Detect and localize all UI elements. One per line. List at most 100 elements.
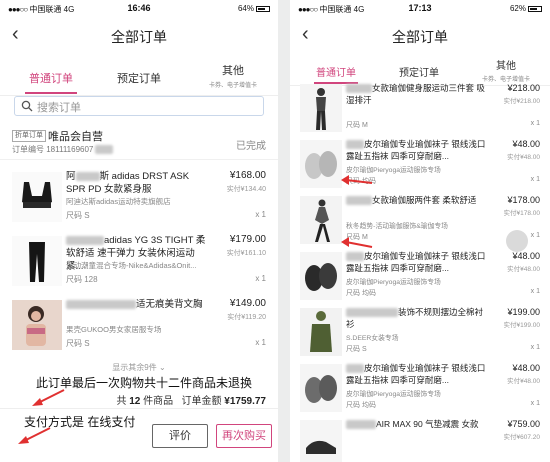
product-image-sports-bra (12, 172, 62, 222)
separator (278, 0, 290, 462)
item-paid-price: 实付¥134.40 (226, 186, 266, 193)
item-size: 尺码 S (66, 211, 90, 220)
item-paid-price: 实付¥48.00 (507, 266, 540, 273)
item-paid-price: 实付¥199.00 (503, 322, 541, 329)
item-size: 尺码 S (66, 339, 90, 348)
item-price: ¥168.00 (229, 170, 266, 181)
item-price: ¥178.00 (507, 195, 540, 205)
order-item[interactable]: 适无痕美背文胸 果壳GUKOO男女家居服专场 尺码 S ¥149.00 实付¥1… (0, 294, 278, 356)
order-type-badge: 折单订单 (12, 130, 46, 142)
search-icon (21, 100, 33, 112)
item-shop: 果壳GUKOO男女家居服专场 (66, 325, 162, 334)
product-image-yoga-socks (300, 140, 342, 188)
item-shop: 运动潮童混合专场-Nike&Adidas&Onit... (66, 261, 197, 270)
tab-other[interactable]: 其他 卡券、电子增值卡 (188, 56, 278, 94)
item-title: 装饰不规则摆边全棉衬衫 (346, 307, 484, 329)
order-item[interactable]: 皮尔瑜伽专业瑜伽袜子 银线浅口露趾五指袜 四季可穿耐磨... 皮尔瑜伽Piery… (290, 362, 550, 418)
annotation-note: 此订单最后一次购物共十二件商品未退换 (36, 376, 253, 390)
item-price: ¥179.00 (229, 234, 266, 245)
store-name: 唯品会自营 (48, 131, 103, 143)
evaluate-button[interactable]: 评价 (152, 424, 208, 448)
status-time: 16:46 (127, 3, 151, 13)
item-paid-price: 实付¥607.20 (503, 434, 541, 441)
item-paid-price: 实付¥161.10 (226, 250, 266, 257)
item-shop: 皮尔瑜伽Pieryoga运动服饰专场 (346, 391, 441, 398)
battery-indicator: 62% (510, 4, 542, 13)
item-price: ¥48.00 (512, 363, 540, 373)
item-title: 女款瑜伽服两件套 柔软舒适 (346, 195, 486, 207)
store-header[interactable]: 折单订单 唯品会自营 订单编号 18111169607 已完成 (0, 120, 278, 160)
search-input[interactable]: 搜索订单 (14, 96, 264, 116)
item-paid-price: 实付¥48.00 (507, 154, 540, 161)
item-title: 女款瑜伽健身服运动三件套 吸湿排汗 (346, 83, 485, 105)
page-title: 全部订单 (392, 29, 448, 45)
nav-bar: ‹ 全部订单 (0, 18, 278, 52)
item-price: ¥48.00 (512, 251, 540, 261)
item-title: 皮尔瑜伽专业瑜伽袜子 银线浅口露趾五指袜 四季可穿耐磨... (346, 139, 486, 161)
annotation-arrow-icon (341, 237, 373, 248)
annotation-arrow-icon (18, 427, 51, 444)
order-item[interactable]: 女款瑜伽健身服运动三件套 吸湿排汗 尺码 M ¥218.00 实付¥218.00… (290, 82, 550, 138)
order-item[interactable]: AIR MAX 90 气垫减震 女款 ¥759.00 实付¥607.20 (290, 418, 550, 462)
order-item[interactable]: 皮尔瑜伽专业瑜伽袜子 银线浅口露趾五指袜 四季可穿耐磨... 皮尔瑜伽Piery… (290, 138, 550, 194)
status-bar: ●●●○○ 中国联通 4G 17:13 62% (290, 0, 550, 18)
tab-preorders[interactable]: 预定订单 (94, 56, 184, 94)
item-qty: x 1 (255, 274, 266, 283)
tab-normal-orders[interactable]: 普通订单 (296, 54, 376, 84)
show-more-items[interactable]: 显示其余9件 ⌄ (0, 362, 278, 373)
order-item[interactable]: adidas YG 3S TIGHT 柔软舒适 速干弹力 女装休闲运动紧... … (0, 230, 278, 292)
product-image-yoga-outfit (300, 196, 342, 244)
item-qty: x 1 (530, 232, 540, 239)
item-size: 尺码 S (346, 346, 367, 353)
product-image-yoga-socks (300, 252, 342, 300)
tab-other[interactable]: 其他 卡券、电子增值卡 (462, 54, 550, 84)
item-shop: 皮尔瑜伽Pieryoga运动服饰专场 (346, 279, 441, 286)
item-qty: x 1 (530, 288, 540, 295)
item-price: ¥149.00 (229, 298, 266, 309)
item-size: 尺码 均码 (346, 402, 376, 409)
product-image-yoga-socks (300, 364, 342, 412)
annotation-arrow-icon (32, 389, 65, 406)
order-number: 订单编号 18111169607 (12, 144, 114, 155)
product-image-bra-model (12, 300, 62, 350)
item-qty: x 1 (530, 120, 540, 127)
rebuy-button[interactable]: 再次购买 (216, 424, 272, 448)
product-image-sneaker (300, 420, 342, 462)
item-shop: 皮尔瑜伽Pieryoga运动服饰专场 (346, 167, 441, 174)
item-size: 尺码 M (346, 122, 368, 129)
item-qty: x 1 (255, 210, 266, 219)
product-image-tights (12, 236, 62, 286)
floating-button[interactable] (506, 230, 528, 252)
order-item[interactable]: 皮尔瑜伽专业瑜伽袜子 银线浅口露趾五指袜 四季可穿耐磨... 皮尔瑜伽Piery… (290, 250, 550, 306)
item-shop: S.DEER女装专场 (346, 335, 399, 342)
item-price: ¥759.00 (507, 419, 540, 429)
tab-preorders[interactable]: 预定订单 (376, 54, 462, 84)
order-item[interactable]: 装饰不规则摆边全棉衬衫 S.DEER女装专场 尺码 S ¥199.00 实付¥1… (290, 306, 550, 362)
status-bar: ●●●○○ 中国联通 4G 16:46 64% (0, 0, 278, 18)
tab-normal-orders[interactable]: 普通订单 (8, 56, 94, 94)
order-status: 已完成 (236, 141, 266, 152)
item-title: 阿斯 adidas DRST ASK SPR PD 女款紧身服 (66, 171, 190, 195)
item-title: 皮尔瑜伽专业瑜伽袜子 银线浅口露趾五指袜 四季可穿耐磨... (346, 363, 486, 385)
item-size: 尺码 128 (66, 275, 98, 284)
item-shop: 秋冬趋势-活动瑜伽服饰&瑜伽专场 (346, 223, 448, 230)
product-image-yoga-set (300, 84, 342, 132)
item-qty: x 1 (530, 344, 540, 351)
item-title: 适无痕美背文胸 (66, 298, 206, 311)
item-paid-price: 实付¥119.20 (227, 314, 266, 321)
item-price: ¥48.00 (512, 139, 540, 149)
item-paid-price: 实付¥48.00 (507, 378, 540, 385)
order-tabs: 普通订单 预定订单 其他 卡券、电子增值卡 (0, 56, 278, 96)
item-title: 皮尔瑜伽专业瑜伽袜子 银线浅口露趾五指袜 四季可穿耐磨... (346, 251, 486, 273)
item-paid-price: 实付¥218.00 (503, 98, 541, 105)
item-qty: x 1 (530, 400, 540, 407)
annotation-arrow-icon (341, 175, 373, 185)
item-price: ¥218.00 (507, 83, 540, 93)
order-item[interactable]: 阿斯 adidas DRST ASK SPR PD 女款紧身服 阿迪达斯adid… (0, 166, 278, 228)
item-qty: x 1 (255, 338, 266, 347)
right-phone-screen: ●●●○○ 中国联通 4G 17:13 62% ‹ 全部订单 普通订单 预定订单… (290, 0, 550, 462)
nav-bar: ‹ 全部订单 (290, 18, 550, 52)
item-price: ¥199.00 (507, 307, 540, 317)
divider (0, 408, 278, 409)
item-qty: x 1 (530, 176, 540, 183)
